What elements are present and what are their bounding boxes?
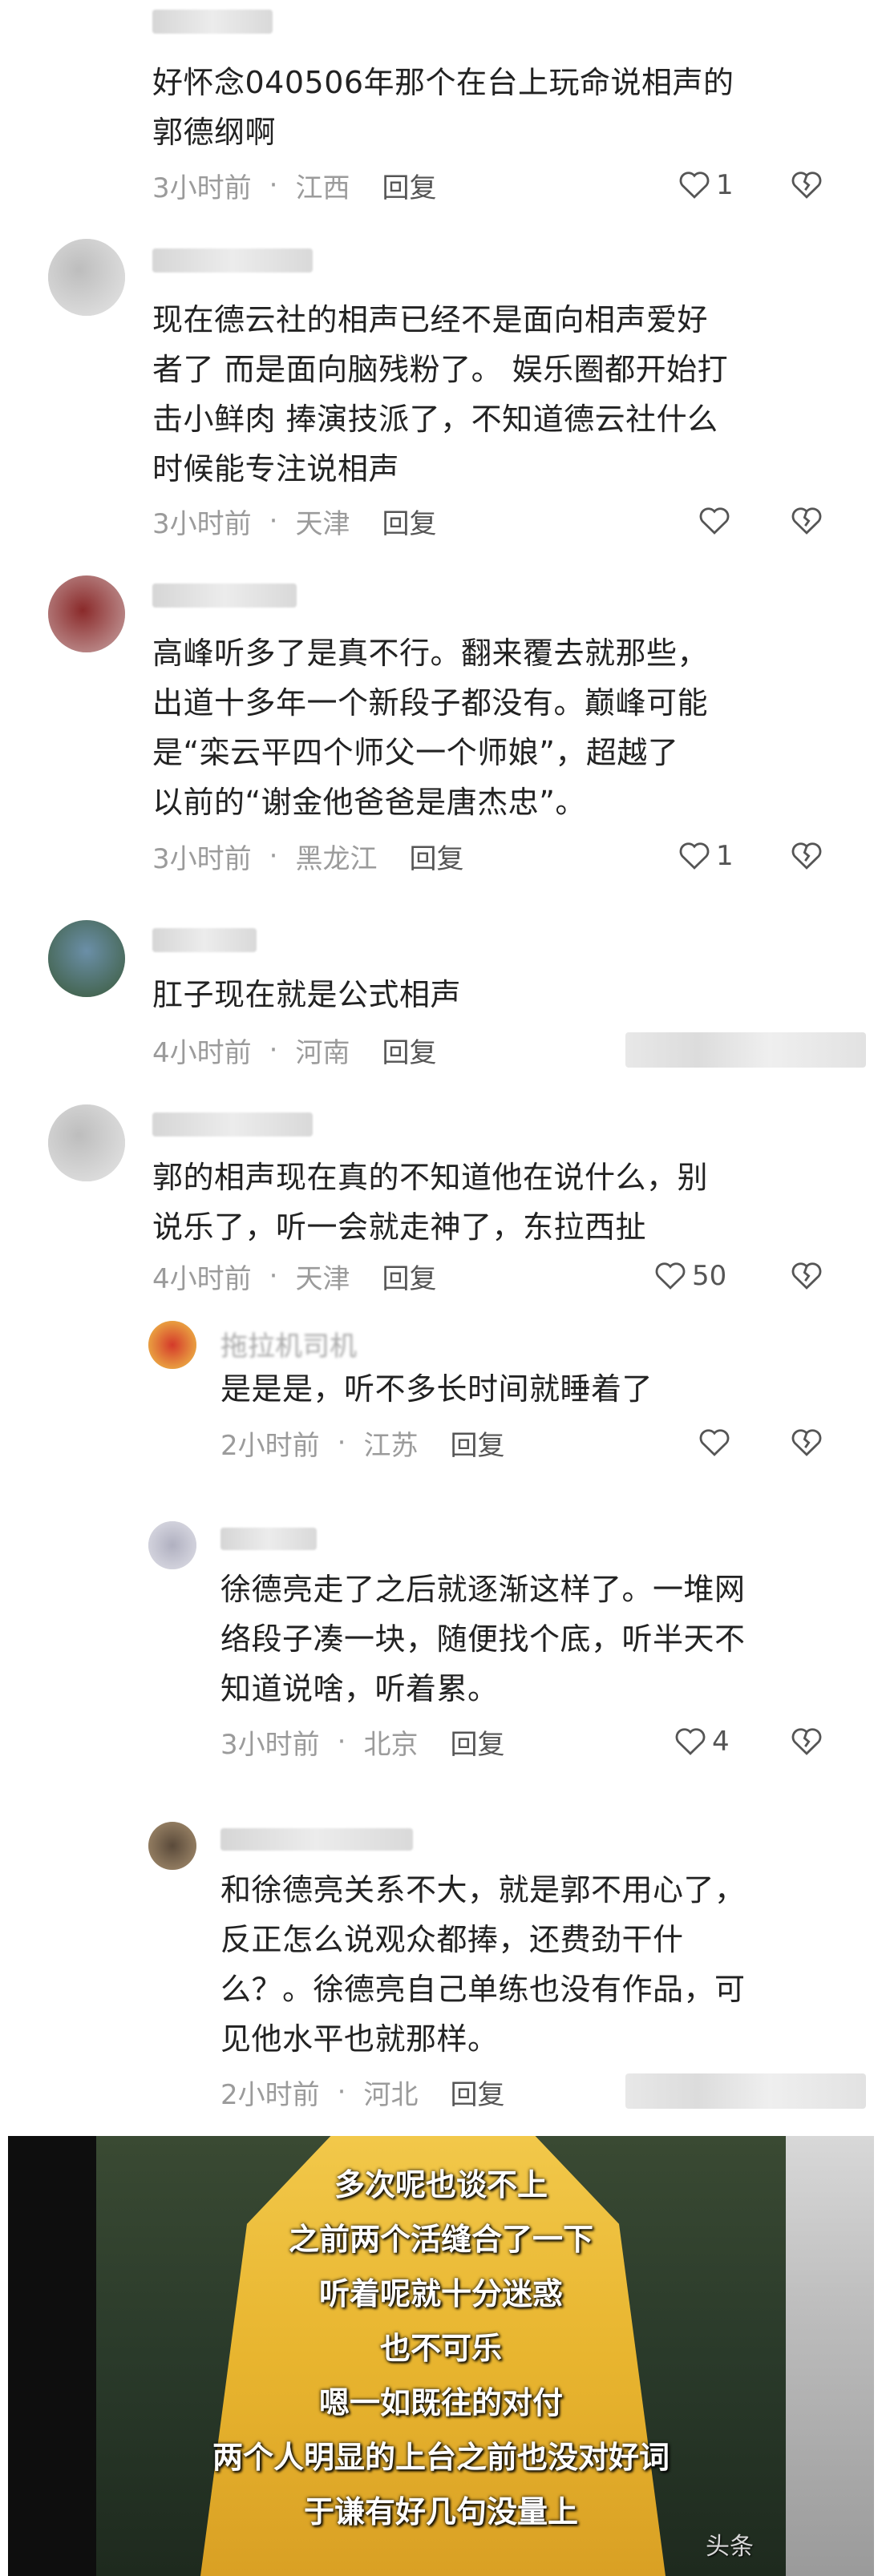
reply-button[interactable]: 回复 [450,2073,504,2112]
username [220,1828,413,1851]
separator-dot: · [337,1427,346,1459]
username [152,583,297,608]
location: 江苏 [363,1429,419,1462]
username: 拖拉机司机 [220,1330,357,1363]
like-button[interactable]: 50 [653,1256,726,1296]
comment-text: 是是是，听不多长时间就睡着了 [220,1371,653,1407]
avatar[interactable] [48,1104,125,1181]
heart-icon [699,1429,730,1456]
reply-button[interactable]: 回复 [409,837,463,876]
like-button[interactable] [698,1423,731,1463]
comment-text: 现在德云社的相声已经不是面向相声爱好 者了 而是面向脑残粉了。 娱乐圈都开始打 … [152,302,729,487]
like-button[interactable]: 1 [678,165,734,205]
subtitle-line: 两个人明显的上台之前也没对好词 [212,2440,670,2475]
subtitle-line: 多次呢也谈不上 [334,2167,548,2203]
reply-button[interactable]: 回复 [450,1722,504,1762]
broken-heart-icon[interactable] [790,839,823,873]
heart-icon [679,842,710,870]
heart-icon [679,172,710,199]
comment-meta: 4小时前 · 天津 回复 [152,1256,436,1296]
separator-dot: · [269,169,278,201]
timestamp: 3小时前 [220,1728,320,1761]
avatar[interactable] [148,1521,196,1569]
reply-button[interactable]: 回复 [382,502,436,541]
blurred-region [625,2073,866,2109]
broken-heart-icon[interactable] [790,168,823,202]
subtitle-line: 嗯一如既往的对付 [318,2385,563,2421]
separator-dot: · [269,1034,278,1066]
broken-heart-icon[interactable] [790,1259,823,1293]
timestamp: 4小时前 [152,1262,252,1295]
comment-text: 高峰听多了是真不行。翻来覆去就那些， 出道十多年一个新段子都没有。巅峰可能 是“… [152,636,709,820]
username [152,1112,313,1137]
comment-meta: 3小时前 · 江西 回复 [152,165,436,205]
like-count: 1 [716,169,734,201]
timestamp: 4小时前 [152,1036,252,1069]
timestamp: 3小时前 [152,507,252,540]
watermark: 头条 [706,2533,754,2561]
username [220,1528,317,1550]
location: 黑龙江 [295,842,378,875]
like-count: 50 [692,1260,727,1292]
username [152,928,257,952]
reply-button[interactable]: 回复 [382,166,436,205]
separator-dot: · [337,2076,346,2108]
avatar[interactable] [148,1321,196,1369]
separator-dot: · [269,840,278,872]
subtitle-line: 也不可乐 [379,2331,502,2366]
heart-icon [655,1262,686,1290]
reply-button[interactable]: 回复 [382,1031,436,1070]
like-count: 1 [716,840,734,872]
separator-dot: · [269,1260,278,1292]
avatar[interactable] [48,239,125,316]
broken-heart-icon[interactable] [790,1426,823,1460]
comment-meta: 3小时前 · 北京 回复 [220,1722,504,1762]
location: 河北 [363,2078,419,2111]
location: 天津 [295,1262,350,1295]
location: 天津 [295,507,350,540]
username [152,248,313,273]
comment-meta: 3小时前 · 天津 回复 [152,501,436,541]
comment-text: 和徐德亮关系不大，就是郭不用心了， 反正怎么说观众都捧，还费劲干什 么？。徐德亮… [220,1872,746,2057]
avatar[interactable] [148,1822,196,1870]
location: 河南 [295,1036,350,1069]
comment-text: 郭的相声现在真的不知道他在说什么，别 说乐了，听一会就走神了，东拉西扯 [152,1160,709,1245]
video-frame: 多次呢也谈不上 之前两个活缝合了一下 听着呢就十分迷惑 也不可乐 嗯一如既往的对… [8,2136,874,2576]
username [152,10,273,34]
separator-dot: · [337,1726,346,1758]
timestamp: 2小时前 [220,2078,320,2111]
comment-meta: 2小时前 · 河北 回复 [220,2072,504,2112]
comment-text: 肛子现在就是公式相声 [152,977,462,1012]
subtitle-line: 于谦有好几句没量上 [303,2494,578,2530]
timestamp: 2小时前 [220,1429,320,1462]
location: 北京 [363,1728,419,1761]
like-button[interactable] [698,501,731,541]
separator-dot: · [269,505,278,537]
broken-heart-icon[interactable] [790,504,823,538]
like-count: 4 [712,1726,730,1758]
avatar[interactable] [48,920,125,997]
heart-icon [699,507,730,535]
avatar[interactable] [48,575,125,652]
timestamp: 3小时前 [152,842,252,875]
comment-meta: 2小时前 · 江苏 回复 [220,1423,504,1463]
comment-text: 好怀念040506年那个在台上玩命说相声的 郭德纲啊 [152,65,734,150]
heart-icon [675,1728,706,1755]
comment-meta: 3小时前 · 黑龙江 回复 [152,836,463,876]
subtitle-line: 之前两个活缝合了一下 [288,2222,593,2257]
blurred-region [625,1032,866,1068]
subtitle-line: 听着呢就十分迷惑 [318,2276,563,2312]
timestamp: 3小时前 [152,172,252,204]
broken-heart-icon[interactable] [790,1725,823,1758]
comment-meta: 4小时前 · 河南 回复 [152,1030,436,1070]
location: 江西 [295,172,350,204]
like-button[interactable]: 4 [674,1722,730,1762]
reply-button[interactable]: 回复 [382,1257,436,1296]
comment-text: 徐德亮走了之后就逐渐这样了。一堆网 络段子凑一块，随便找个底，听半天不 知道说啥… [220,1572,746,1706]
reply-button[interactable]: 回复 [450,1423,504,1463]
like-button[interactable]: 1 [678,836,734,876]
